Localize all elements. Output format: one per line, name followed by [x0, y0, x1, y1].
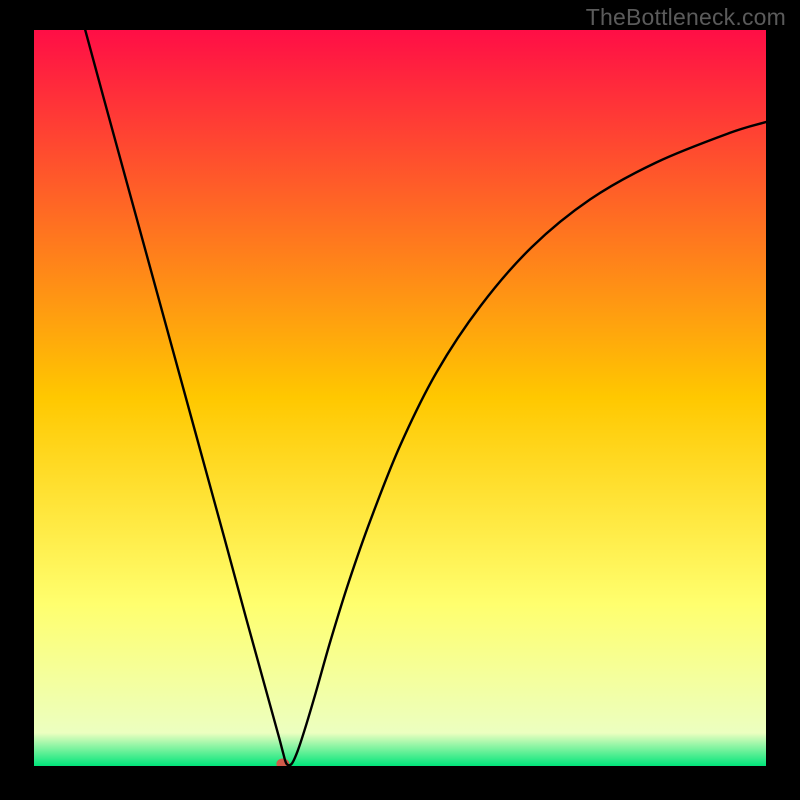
plot-area [34, 30, 766, 766]
watermark-text: TheBottleneck.com [586, 4, 786, 31]
chart-svg [34, 30, 766, 766]
chart-frame: TheBottleneck.com [0, 0, 800, 800]
gradient-background [34, 30, 766, 766]
